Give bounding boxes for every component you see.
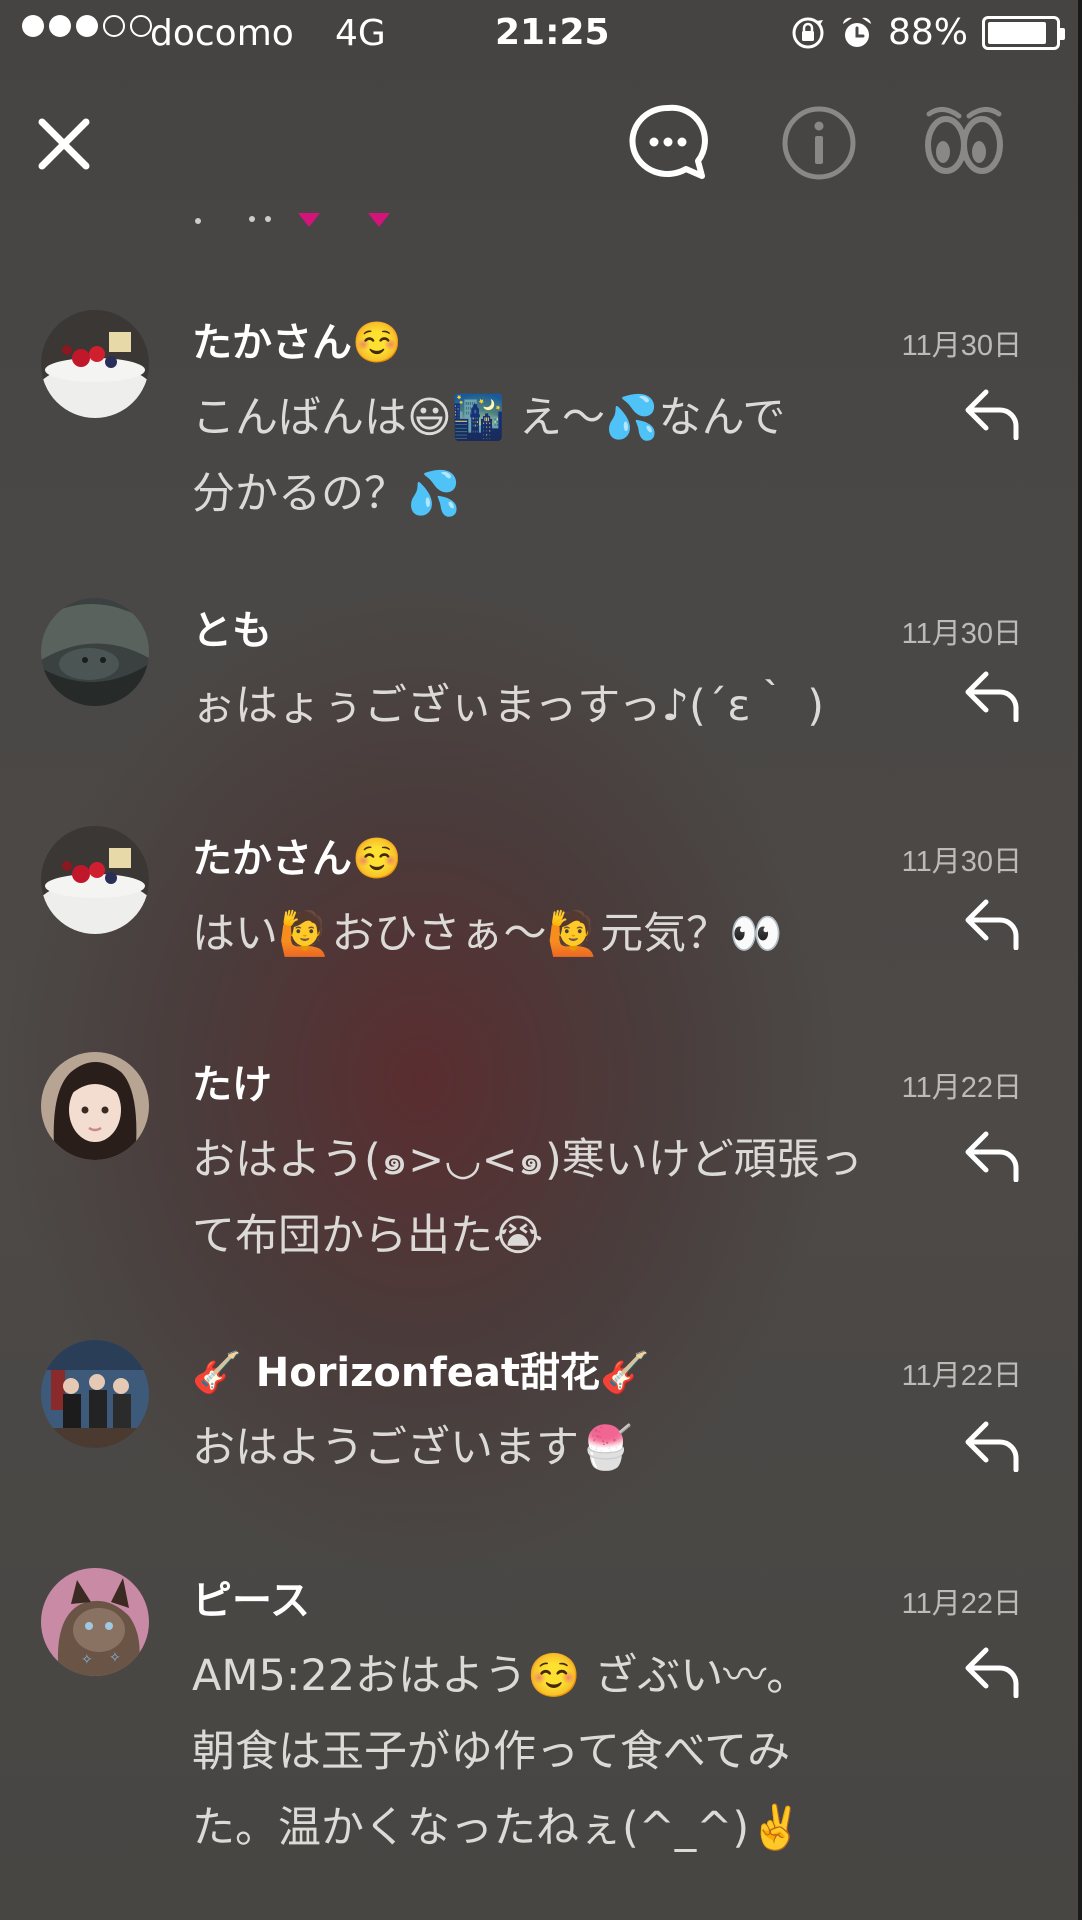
battery-icon <box>982 15 1065 50</box>
chat-bubble-icon <box>629 104 708 179</box>
reply-arrow-icon <box>965 1421 1019 1473</box>
sender-name[interactable]: たけ <box>192 1052 272 1110</box>
screen-edge <box>1078 0 1082 1920</box>
avatar[interactable] <box>41 826 149 934</box>
message-text: はい🙋おひさぁ〜🙋元気？👀 <box>192 909 783 959</box>
message-date: 11月22日 <box>901 1588 1022 1620</box>
close-icon <box>38 118 90 170</box>
carrier-label: docomo <box>150 13 294 54</box>
status-right-group: 88% <box>790 12 1065 53</box>
battery-fill <box>988 21 1047 44</box>
reply-button[interactable] <box>962 386 1024 441</box>
reply-arrow-icon <box>965 1647 1019 1699</box>
alarm-icon <box>840 15 874 51</box>
avatar[interactable] <box>41 598 149 706</box>
reply-button[interactable] <box>962 1128 1024 1183</box>
message-text: こんばんは😃🌃 え〜💦なんで 分かるの？💦 <box>192 393 786 519</box>
reply-button[interactable] <box>962 668 1024 723</box>
message-date: 11月22日 <box>901 1360 1022 1392</box>
sender-name[interactable]: たかさん☺️ <box>192 826 402 884</box>
eyes-button[interactable] <box>921 102 1007 188</box>
eyes-icon <box>925 107 1003 174</box>
signal-strength-icon <box>22 15 152 37</box>
message-text: ぉはょぅござぃまっすっ♪(´ε｀ ) <box>192 681 824 731</box>
avatar[interactable]: ✧ ✧ <box>41 1568 149 1676</box>
avatar[interactable] <box>41 1340 149 1448</box>
rotation-lock-icon <box>790 15 826 51</box>
message-text: おはよう(๑>◡<๑)寒いけど頑張っ て布団から出た😭 <box>192 1135 863 1261</box>
svg-text:✧: ✧ <box>109 1650 121 1666</box>
message-text: AM5:22おはよう☺️ ざぶい〰。 朝食は玉子がゆ作って食べてみ た。温かくな… <box>192 1651 810 1853</box>
header-toolbar <box>0 92 1082 202</box>
info-icon <box>782 106 856 180</box>
reply-arrow-icon <box>965 899 1019 951</box>
reply-button[interactable] <box>962 896 1024 951</box>
reply-arrow-icon <box>965 671 1019 723</box>
info-button[interactable] <box>778 102 860 188</box>
clipped-previous-message <box>190 205 490 227</box>
reply-button[interactable] <box>962 1644 1024 1699</box>
comments-button[interactable] <box>627 102 709 190</box>
svg-text:✧: ✧ <box>81 1652 93 1668</box>
battery-percent: 88% <box>887 12 968 53</box>
status-time: 21:25 <box>495 12 610 53</box>
network-type: 4G <box>335 13 386 54</box>
avatar[interactable] <box>41 1052 149 1160</box>
message-date: 11月30日 <box>901 330 1022 362</box>
status-bar: docomo 4G 21:25 88% <box>0 0 1082 70</box>
message-text: おはようございます🍧 <box>192 1423 633 1473</box>
avatar[interactable] <box>41 310 149 418</box>
reply-arrow-icon <box>965 389 1019 441</box>
sender-name[interactable]: たかさん☺️ <box>192 310 402 368</box>
message-date: 11月22日 <box>901 1072 1022 1104</box>
reply-arrow-icon <box>965 1131 1019 1183</box>
message-date: 11月30日 <box>901 846 1022 878</box>
reply-button[interactable] <box>962 1418 1024 1473</box>
sender-name[interactable]: ピース <box>192 1568 310 1626</box>
sender-name[interactable]: とも <box>192 598 272 656</box>
sender-name[interactable]: 🎸 Horizonfeat甜花🎸 <box>192 1340 650 1398</box>
close-button[interactable] <box>34 114 94 178</box>
message-date: 11月30日 <box>901 618 1022 650</box>
